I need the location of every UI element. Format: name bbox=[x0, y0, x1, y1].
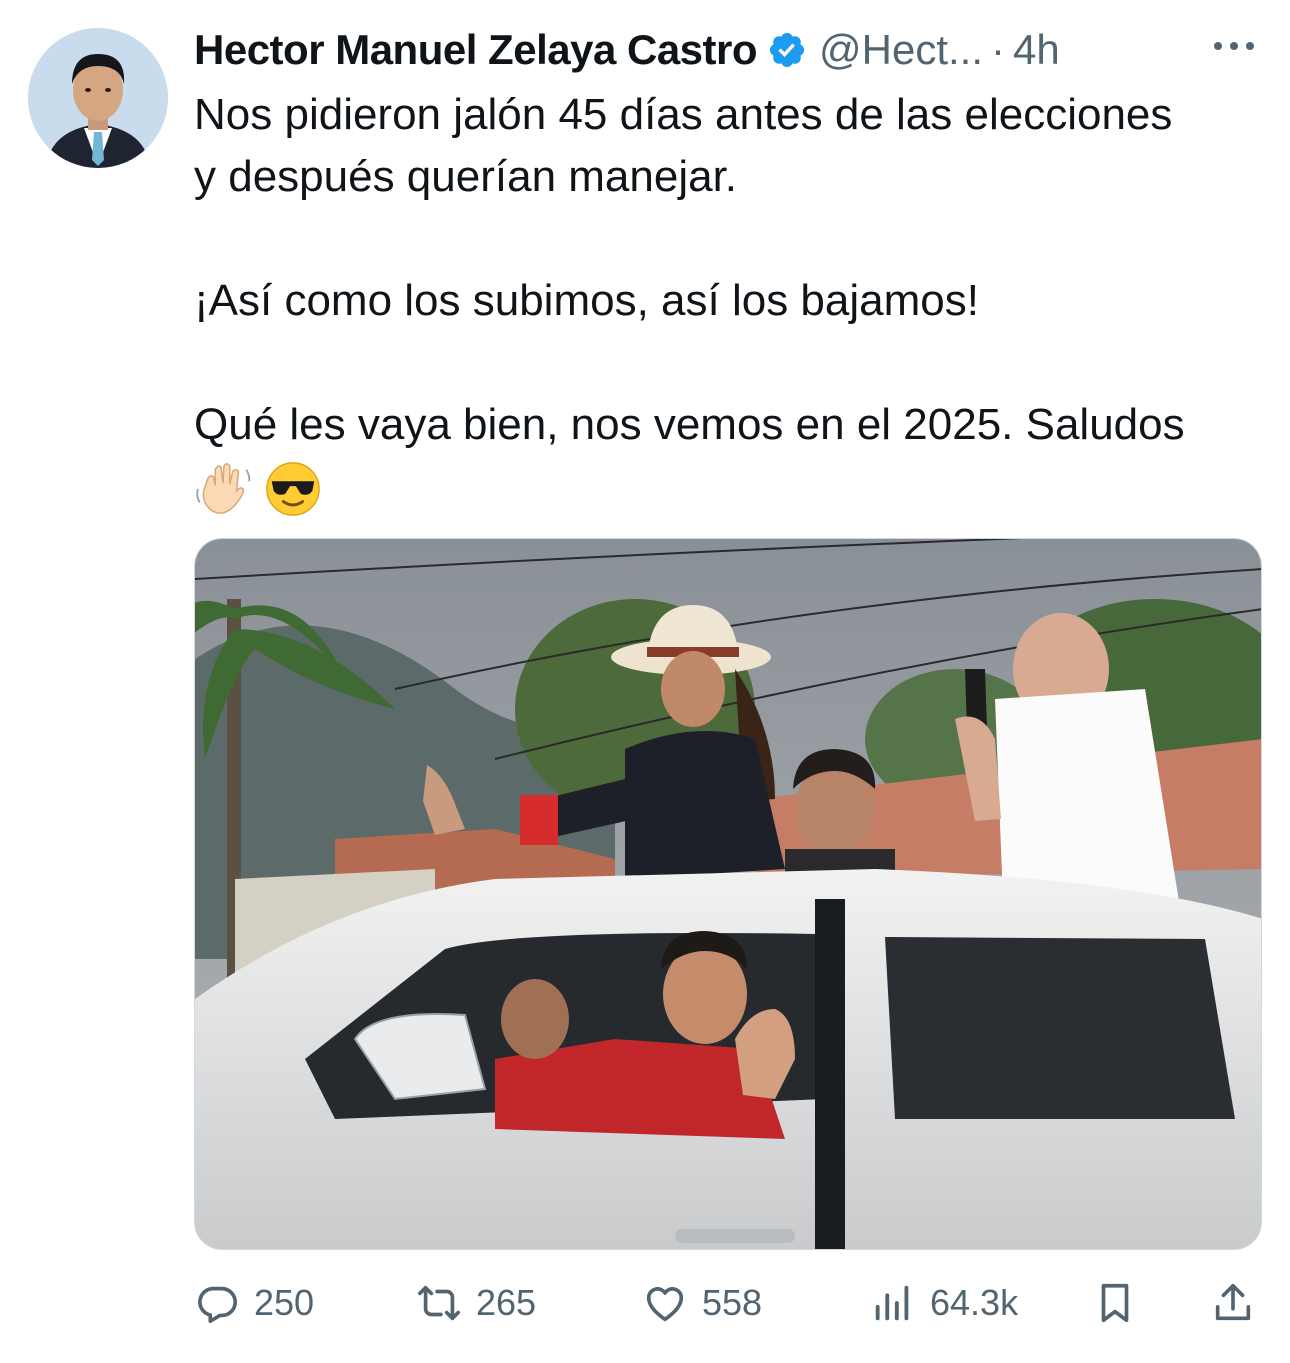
tweet-line-3: ¡Así como los subimos, así los bajamos! bbox=[194, 276, 979, 325]
tweet-line-2: y después querían manejar. bbox=[194, 152, 738, 201]
tweet-emoji-line bbox=[194, 456, 1269, 518]
heart-icon bbox=[646, 1287, 684, 1322]
bookmark-button[interactable] bbox=[1092, 1268, 1152, 1338]
bookmark-icon bbox=[1101, 1283, 1129, 1323]
profile-avatar[interactable] bbox=[28, 28, 168, 168]
reply-count: 250 bbox=[254, 1282, 315, 1323]
separator-dot: · bbox=[991, 26, 1006, 73]
views-button[interactable]: 64.3k bbox=[870, 1268, 1018, 1338]
tweet-line-4: Qué les vaya bien, nos vemos en el 2025.… bbox=[194, 400, 1185, 449]
more-options-icon[interactable] bbox=[1210, 32, 1258, 60]
views-count: 64.3k bbox=[930, 1282, 1019, 1323]
verified-badge-icon bbox=[769, 32, 805, 68]
tweet-header: Hector Manuel Zelaya Castro @Hect... · 4… bbox=[194, 22, 1264, 78]
waving-hand-emoji bbox=[196, 463, 251, 515]
tweet-text: Nos pidieron jalón 45 días antes de las … bbox=[194, 84, 1269, 518]
like-button[interactable]: 558 bbox=[642, 1268, 762, 1338]
passenger-back bbox=[501, 979, 569, 1059]
tweet-action-bar: 250 265 558 64.3k bbox=[194, 1268, 1262, 1338]
reply-button[interactable]: 250 bbox=[194, 1268, 314, 1338]
retweet-count: 265 bbox=[476, 1282, 537, 1323]
views-icon bbox=[875, 1285, 909, 1321]
avatar-image bbox=[28, 28, 168, 168]
share-button[interactable] bbox=[1210, 1268, 1270, 1338]
sunglasses-face-emoji bbox=[266, 462, 320, 517]
author-name[interactable]: Hector Manuel Zelaya Castro bbox=[194, 26, 758, 74]
reply-icon bbox=[198, 1286, 238, 1324]
retweet-icon bbox=[418, 1285, 460, 1321]
author-handle[interactable]: @Hect... bbox=[819, 26, 983, 74]
tweet-media-photo[interactable] bbox=[194, 538, 1262, 1250]
tweet-time[interactable]: 4h bbox=[1013, 26, 1060, 74]
tweet-line-1: Nos pidieron jalón 45 días antes de las … bbox=[194, 90, 1173, 139]
campaign-vehicle-photo bbox=[195, 539, 1261, 1249]
retweet-button[interactable]: 265 bbox=[416, 1268, 536, 1338]
share-icon bbox=[1215, 1283, 1251, 1321]
like-count: 558 bbox=[702, 1282, 763, 1323]
